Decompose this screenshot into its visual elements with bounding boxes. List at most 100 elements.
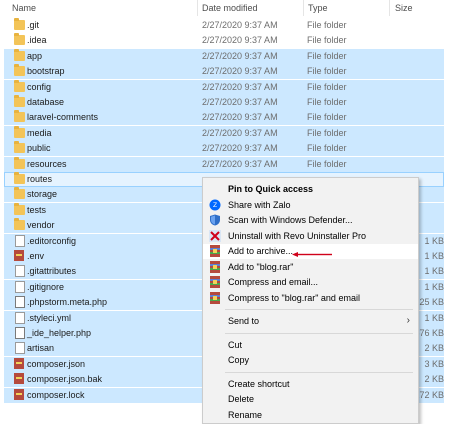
- file-row[interactable]: app 2/27/2020 9:37 AM File folder: [4, 48, 444, 64]
- menu-item-add-to-blog-rar[interactable]: Add to "blog.rar": [203, 260, 418, 275]
- folder-icon: [14, 125, 25, 138]
- column-date-header[interactable]: Date modified: [202, 3, 258, 13]
- menu-item-label: Compress and email...: [228, 277, 319, 287]
- menu-item-share-with-zalo[interactable]: Z Share with Zalo: [203, 198, 418, 213]
- defender-icon: [209, 214, 221, 226]
- winrar-icon: [209, 291, 221, 304]
- folder-icon: [14, 141, 25, 154]
- file-name: tests: [27, 204, 47, 215]
- column-name-header[interactable]: Name: [12, 3, 36, 13]
- file-row[interactable]: bootstrap 2/27/2020 9:37 AM File folder: [4, 64, 444, 80]
- file-name: .git: [27, 20, 40, 30]
- file-date: 2/27/2020 9:37 AM: [202, 81, 278, 92]
- file-size: 1 KB: [424, 281, 444, 292]
- file-row[interactable]: laravel-comments 2/27/2020 9:37 AM File fo…: [4, 110, 444, 126]
- menu-item-label: Create shortcut: [228, 378, 290, 389]
- folder-icon: [14, 218, 25, 231]
- file-type: File folder: [307, 66, 347, 77]
- menu-separator: [225, 309, 413, 310]
- menu-item-label: Add to "blog.rar": [228, 261, 294, 272]
- menu-item-label: Delete: [228, 394, 255, 404]
- menu-item-create-shortcut[interactable]: Create shortcut: [203, 377, 418, 392]
- file-name: routes: [27, 174, 53, 184]
- file-date: 2/27/2020 9:37 AM: [202, 158, 278, 169]
- file-name: .idea: [27, 35, 47, 46]
- menu-item-delete[interactable]: Delete: [203, 392, 418, 407]
- file-row[interactable]: media 2/27/2020 9:37 AM File folder: [4, 125, 444, 141]
- file-date: 2/27/2020 9:37 AM: [202, 50, 278, 61]
- folder-icon: [14, 95, 25, 107]
- winrar-icon: [209, 245, 221, 257]
- file-type: File folder: [307, 158, 347, 169]
- file-name: _ide_helper.php: [27, 328, 92, 338]
- menu-item-label: Pin to Quick access: [228, 184, 314, 194]
- file-name: resources: [27, 158, 67, 169]
- menu-item-uninstall-with-revo-uninstaller-pro[interactable]: Uninstall with Revo Uninstaller Pro: [203, 229, 418, 244]
- column-type-header[interactable]: Type: [308, 3, 328, 13]
- file-type: File folder: [307, 112, 347, 123]
- file-row[interactable]: .git 2/27/2020 9:37 AM File folder: [4, 18, 444, 33]
- column-size-header[interactable]: Size: [395, 3, 413, 13]
- file-size: 1 KB: [424, 266, 444, 277]
- file-type: File folder: [307, 127, 347, 138]
- file-row[interactable]: database 2/27/2020 9:37 AM File folder: [4, 95, 444, 110]
- winrar-icon: [209, 260, 221, 273]
- file-row[interactable]: config 2/27/2020 9:37 AM File folder: [4, 79, 444, 95]
- file-name: app: [27, 50, 43, 61]
- file-type: File folder: [307, 97, 347, 107]
- file-row[interactable]: .idea 2/27/2020 9:37 AM File folder: [4, 33, 444, 48]
- file-icon: [15, 280, 25, 293]
- winrar-icon: [14, 373, 24, 385]
- menu-separator: [225, 371, 413, 373]
- folder-icon: [14, 18, 25, 30]
- menu-item-pin-to-quick-access[interactable]: Pin to Quick access: [203, 182, 418, 197]
- file-name: composer.lock: [27, 389, 85, 400]
- file-size: 2 KB: [424, 374, 444, 385]
- winrar-icon: [14, 250, 24, 261]
- file-date: 2/27/2020 9:37 AM: [202, 35, 278, 46]
- file-name: media: [27, 127, 52, 138]
- menu-item-copy[interactable]: Copy: [203, 353, 418, 368]
- column-divider[interactable]: [389, 0, 390, 16]
- menu-item-rename[interactable]: Rename: [203, 408, 418, 423]
- menu-item-send-to[interactable]: Send to ›: [203, 314, 418, 329]
- file-size: 1 KB: [424, 235, 444, 246]
- file-name: config: [27, 81, 52, 92]
- file-name: composer.json.bak: [27, 374, 103, 385]
- winrar-icon: [14, 388, 24, 400]
- file-icon: [15, 311, 25, 324]
- menu-item-label: Send to: [228, 316, 260, 326]
- file-row[interactable]: resources 2/27/2020 9:37 AM File folder: [4, 156, 444, 172]
- php-file-icon: [15, 327, 25, 339]
- file-type: File folder: [307, 20, 347, 30]
- file-name: .env: [27, 251, 45, 261]
- menu-item-compress-and-email[interactable]: Compress and email...: [203, 275, 418, 290]
- column-divider[interactable]: [303, 0, 304, 16]
- file-name: database: [27, 97, 65, 107]
- menu-item-scan-with-windows-defender[interactable]: Scan with Windows Defender...: [203, 213, 418, 228]
- file-size: 1 KB: [424, 251, 444, 261]
- menu-item-compress-to-blog-rar-and-email[interactable]: Compress to "blog.rar" and email: [203, 291, 418, 306]
- file-name: .gitattributes: [27, 266, 77, 277]
- annotation-arrow-icon: [292, 252, 332, 257]
- winrar-icon: [209, 276, 221, 288]
- file-row[interactable]: public 2/27/2020 9:37 AM File folder: [4, 141, 444, 157]
- menu-item-label: Share with Zalo: [228, 199, 291, 210]
- php-file-icon: [15, 296, 25, 309]
- folder-icon: [14, 202, 25, 215]
- folder-icon: [14, 33, 25, 46]
- column-divider[interactable]: [197, 0, 198, 16]
- file-type: File folder: [307, 81, 347, 92]
- context-menu: Pin to Quick access Z Share with Zalo Scan …: [202, 177, 419, 424]
- zalo-icon: Z: [209, 199, 221, 211]
- folder-icon: [14, 172, 25, 184]
- folder-icon: [14, 110, 25, 123]
- file-name: storage: [27, 189, 58, 200]
- menu-separator: [225, 332, 413, 334]
- menu-item-label: Cut: [228, 339, 243, 350]
- menu-item-label: Rename: [228, 409, 263, 420]
- file-size: 2 KB: [424, 343, 444, 354]
- menu-item-cut[interactable]: Cut: [203, 338, 418, 353]
- revo-uninstaller-icon: [209, 229, 221, 242]
- file-name: .editorconfig: [27, 235, 77, 246]
